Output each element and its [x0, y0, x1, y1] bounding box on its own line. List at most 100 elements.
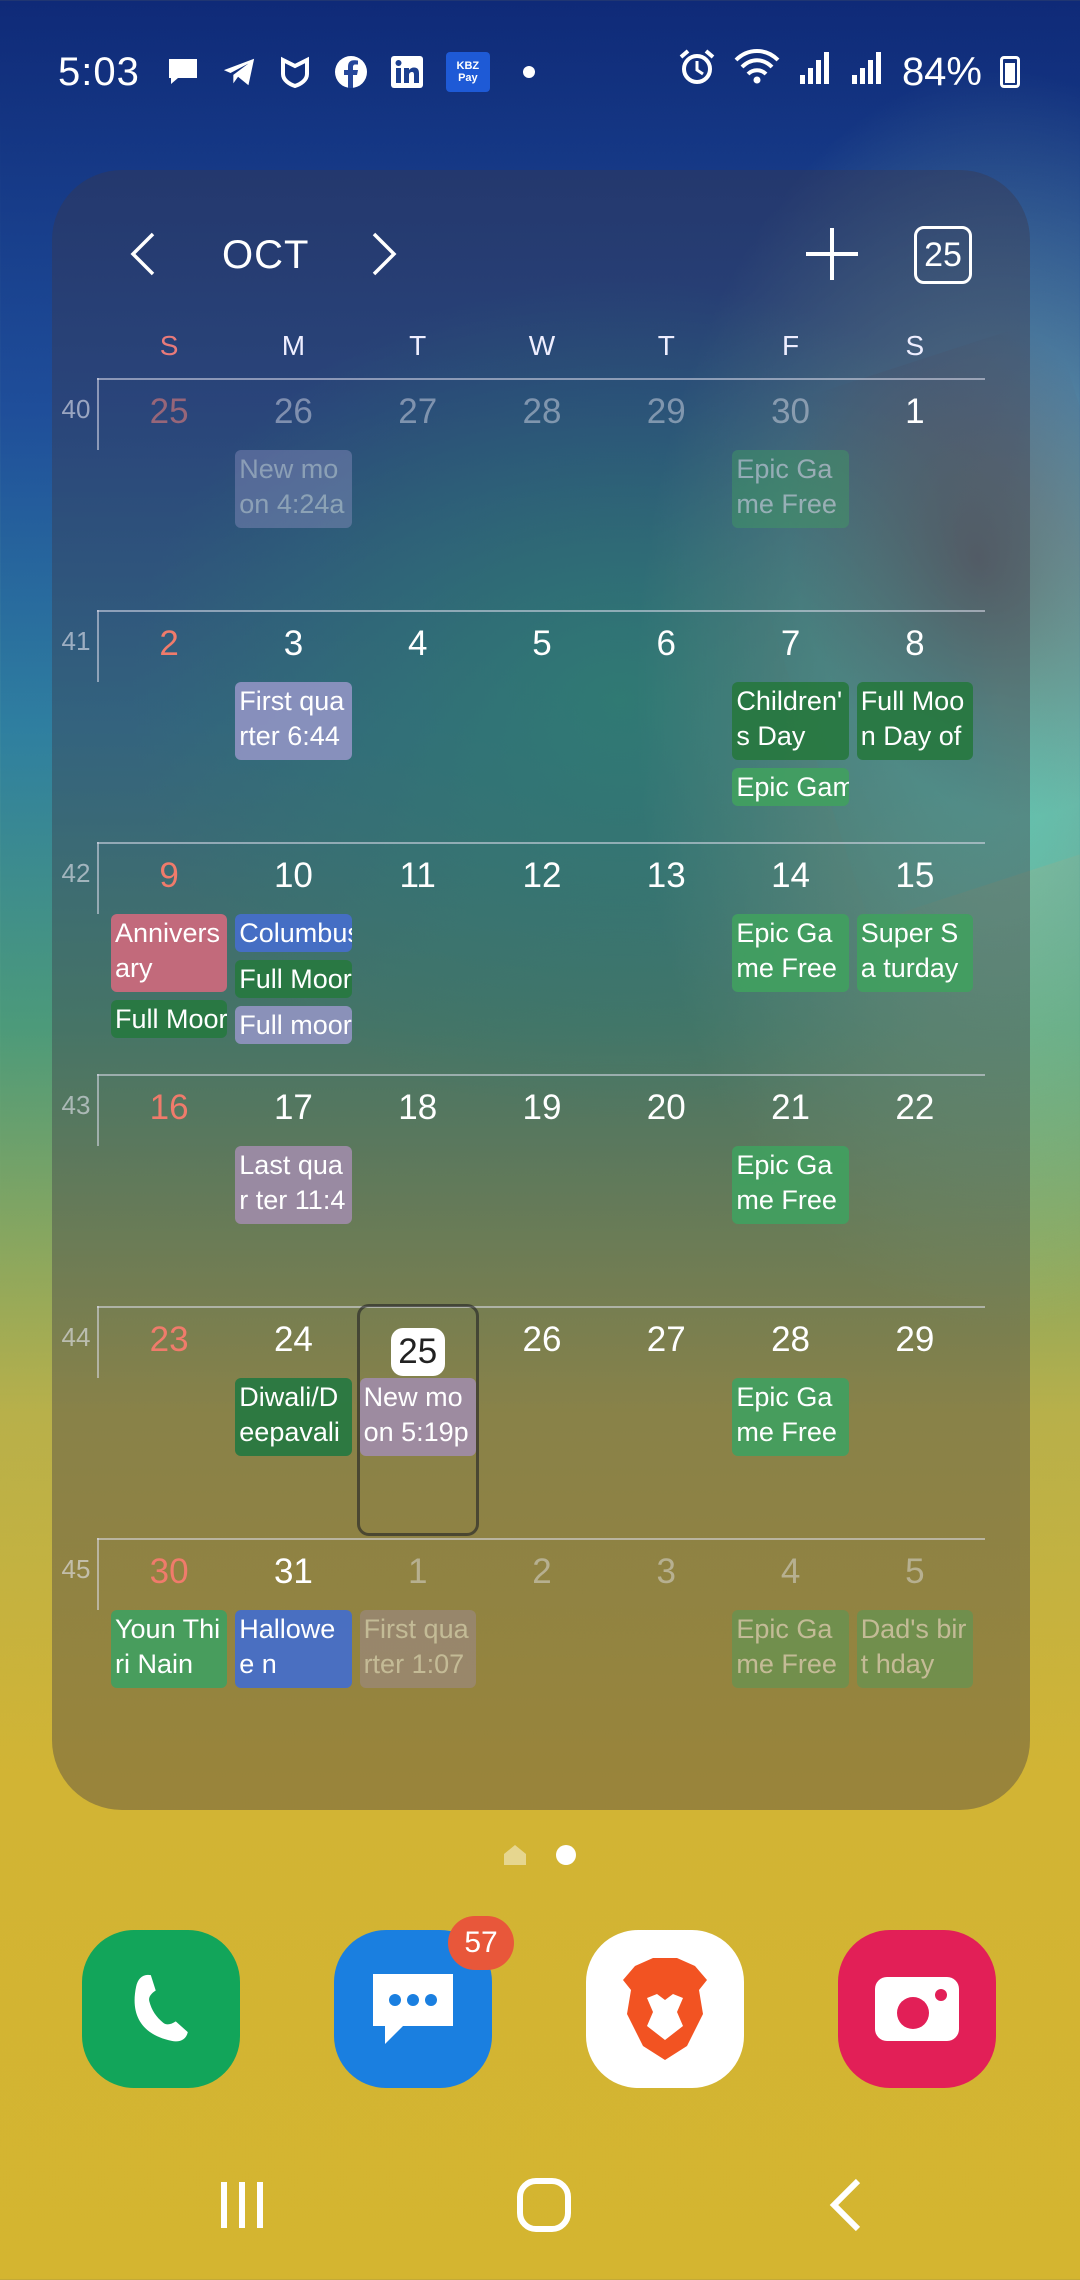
event-chip[interactable]: Full moor [235, 1006, 352, 1044]
week-row: 44 23 24 Diwali/D eepavali 25 New mo on 5:19p… [52, 1304, 1030, 1538]
day-cell[interactable]: 13 [604, 842, 728, 1074]
day-cell[interactable]: 17 Last quar ter 11:45p [231, 1074, 355, 1306]
day-number: 4 [407, 624, 428, 663]
event-chip[interactable]: Epic Ga me Free [732, 450, 849, 528]
event-chip[interactable]: Epic Ga me Free [732, 1146, 849, 1224]
day-cell[interactable]: 16 [107, 1074, 231, 1306]
day-cell[interactable]: 2 [480, 1538, 604, 1770]
day-cell[interactable]: 9 Annivers ary Full Moor [107, 842, 231, 1074]
month-title[interactable]: OCT [222, 233, 309, 278]
day-cell-today[interactable]: 25New mo on 5:19pr [356, 1304, 480, 1538]
day-cell[interactable]: 12 [480, 842, 604, 1074]
day-cell[interactable]: 5 [480, 610, 604, 842]
event-chip[interactable]: Children' s Day [732, 682, 849, 760]
day-cell[interactable]: 11 [356, 842, 480, 1074]
day-cell[interactable]: 30 Youn Thi ri Naing's [107, 1538, 231, 1770]
day-cell[interactable]: 24 Diwali/D eepavali [231, 1306, 355, 1538]
brave-browser-icon[interactable] [586, 1930, 744, 2088]
event-chip[interactable]: Super Sa turday [856, 914, 973, 992]
event-chip[interactable]: Youn Thi ri Naing's [111, 1610, 228, 1688]
event-chip[interactable]: Columbus [235, 914, 352, 952]
home-button[interactable] [484, 2160, 604, 2250]
day-number-today: 25 [390, 1328, 445, 1376]
day-cell[interactable]: 4 [356, 610, 480, 842]
day-number: 25 [149, 392, 189, 431]
event-chip[interactable]: Full Moor [111, 1000, 228, 1038]
day-cell[interactable]: 10 Columbus Full Moor Full moor [231, 842, 355, 1074]
camera-app-icon[interactable] [838, 1930, 996, 2088]
day-cell[interactable]: 26 [480, 1306, 604, 1538]
week-number: 43 [61, 1090, 91, 1120]
page-indicator[interactable] [0, 1845, 1080, 1865]
event-chip[interactable]: Diwali/D eepavali [235, 1378, 352, 1456]
day-cell[interactable]: 5 Dad's birt hday [853, 1538, 977, 1770]
today-button[interactable]: 25 [914, 226, 972, 284]
day-cell[interactable]: 21 Epic Ga me Free [728, 1074, 852, 1306]
day-cell[interactable]: 4 Epic Ga me Free [728, 1538, 852, 1770]
event-chip[interactable]: Hallowee n [235, 1610, 352, 1688]
day-number: 14 [771, 856, 811, 895]
week-row: 41 2 3 First qua rter 6:44a 4 5 6 7 Children' s … [52, 610, 1030, 842]
event-chip[interactable]: Full Moor [235, 960, 352, 998]
day-header: T [657, 330, 675, 361]
day-cell[interactable]: 1 [853, 378, 977, 610]
week-row: 40 25 26 New mo on 4:24ar 27 28 29 30 Epic Ga me… [52, 378, 1030, 610]
day-cell[interactable]: 22 [853, 1074, 977, 1306]
day-cell[interactable]: 19 [480, 1074, 604, 1306]
day-cell[interactable]: 31 Hallowee n [231, 1538, 355, 1770]
notification-icons: KBZ Pay [166, 52, 546, 92]
day-cell[interactable]: 3 [604, 1538, 728, 1770]
day-cell[interactable]: 14 Epic Ga me Free [728, 842, 852, 1074]
event-chip[interactable]: First qua rter 6:44a [235, 682, 352, 760]
day-cell[interactable]: 15 Super Sa turday [853, 842, 977, 1074]
week-days: 16 17 Last quar ter 11:45p 18 19 20 21 Epic Ga … [107, 1074, 977, 1306]
event-chip[interactable]: New mo on 5:19pr [359, 1378, 476, 1456]
event-chip[interactable]: Epic Gam [732, 768, 849, 806]
day-events: Annivers ary Full Moor [111, 914, 228, 1038]
calendar-grid: 402526New mo on 4:24ar27282930Epic Ga me… [52, 378, 1030, 1770]
day-number: 18 [398, 1088, 438, 1127]
day-cell[interactable]: 30 Epic Ga me Free [728, 378, 852, 610]
event-chip[interactable]: Dad's birt hday [856, 1610, 973, 1688]
day-cell[interactable]: 20 [604, 1074, 728, 1306]
day-cell[interactable]: 18 [356, 1074, 480, 1306]
day-cell[interactable]: 6 [604, 610, 728, 842]
back-button[interactable] [786, 2160, 906, 2250]
event-chip[interactable]: Epic Ga me Free [732, 1610, 849, 1688]
add-event-button[interactable] [792, 215, 872, 295]
day-cell[interactable]: 29 [853, 1306, 977, 1538]
day-cell[interactable]: 29 [604, 378, 728, 610]
event-chip[interactable]: Epic Ga me Free [732, 1378, 849, 1456]
event-chip[interactable]: Annivers ary [111, 914, 228, 992]
messages-app-icon[interactable]: 57 [334, 1916, 514, 2088]
day-cell[interactable]: 7 Children' s Day Epic Gam [728, 610, 852, 842]
wifi-icon [734, 48, 780, 96]
event-chip[interactable]: First qua rter 1:07p [359, 1610, 476, 1688]
home-page-indicator-icon[interactable] [504, 1845, 526, 1865]
day-cell[interactable]: 28 [480, 378, 604, 610]
calendar-widget[interactable]: OCT 25 SMTWTFS 402526New mo on 4:24ar272… [52, 170, 1030, 1810]
day-cell[interactable]: 8 Full Moo n Day of T [853, 610, 977, 842]
phone-app-icon[interactable] [82, 1930, 240, 2088]
next-month-button[interactable] [355, 223, 415, 287]
day-cell[interactable]: 23 [107, 1306, 231, 1538]
day-cell[interactable]: 26 New mo on 4:24ar [231, 378, 355, 610]
day-cell[interactable]: 25 [107, 378, 231, 610]
kbzpay-label: KBZ Pay [456, 60, 480, 84]
event-chip[interactable]: New mo on 4:24ar [235, 450, 352, 528]
day-cell[interactable]: 28 Epic Ga me Free [728, 1306, 852, 1538]
day-cell[interactable]: 2 [107, 610, 231, 842]
event-chip[interactable]: Last quar ter 11:45p [235, 1146, 352, 1224]
event-chip[interactable]: Full Moo n Day of T [856, 682, 973, 760]
day-number: 19 [522, 1088, 562, 1127]
day-cell[interactable]: 3 First qua rter 6:44a [231, 610, 355, 842]
day-cell[interactable]: 1 First qua rter 1:07p [356, 1538, 480, 1770]
event-chip[interactable]: Epic Ga me Free [732, 914, 849, 992]
day-cell[interactable]: 27 [356, 378, 480, 610]
prev-month-button[interactable] [112, 223, 172, 287]
day-cell[interactable]: 27 [604, 1306, 728, 1538]
day-events: Diwali/D eepavali [235, 1378, 352, 1456]
page-dot-active[interactable] [556, 1845, 576, 1865]
recent-apps-button[interactable] [182, 2160, 302, 2250]
status-right: 84% [678, 48, 1020, 96]
